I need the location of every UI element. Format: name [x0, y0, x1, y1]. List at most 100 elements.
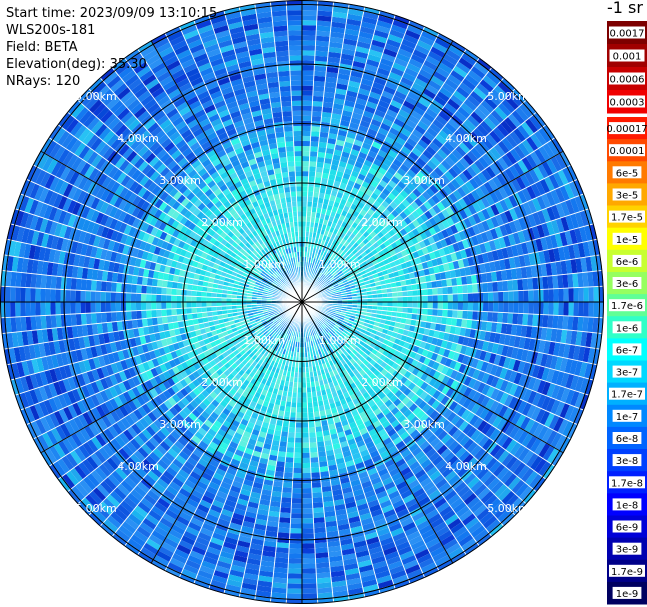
beta-gate-cell — [312, 502, 324, 509]
beta-gate-cell — [279, 436, 288, 443]
beta-gate-cell — [60, 302, 66, 315]
beta-gate-cell — [537, 314, 544, 328]
beta-gate-cell — [523, 302, 529, 314]
beta-gate-cell — [278, 517, 291, 524]
beta-gate-cell — [296, 392, 302, 398]
beta-gate-cell — [30, 302, 36, 317]
beta-gate-cell — [302, 387, 307, 393]
beta-gate-cell — [427, 302, 433, 309]
beta-gate-cell — [302, 528, 315, 534]
beta-gate-cell — [161, 316, 168, 325]
beta-gate-cell — [316, 436, 325, 443]
beta-gate-cell — [296, 397, 302, 403]
beta-gate-cell — [281, 492, 292, 499]
beta-gate-cell — [302, 498, 313, 504]
beta-gate-cell — [302, 578, 317, 584]
beta-gate-cell — [302, 487, 313, 494]
beta-gate-cell — [568, 302, 574, 317]
ppi-radar-plot: 1.00km 1.00km1.00km 1.00km2.00km 2.00km2.00… — [0, 0, 647, 605]
beta-gate-cell — [176, 302, 182, 309]
beta-gate-cell — [578, 302, 584, 317]
beta-gate-cell — [573, 302, 579, 317]
beta-gate-cell — [311, 482, 322, 488]
beta-gate-cell — [105, 281, 112, 292]
beta-gate-cell — [110, 302, 117, 313]
beta-gate-cell — [289, 412, 297, 418]
beta-gate-cell — [45, 288, 51, 302]
beta-gate-cell — [493, 302, 499, 313]
beta-gate-cell — [45, 315, 52, 329]
beta-gate-cell — [191, 290, 197, 297]
beta-gate-cell — [457, 302, 464, 311]
beta-gate-cell — [308, 422, 316, 428]
beta-gate-cell — [291, 503, 302, 509]
beta-gate-cell — [191, 296, 197, 302]
beta-gate-cell — [302, 583, 318, 589]
beta-gate-cell — [316, 441, 325, 448]
beta-gate-cell — [156, 294, 162, 302]
beta-gate-cell — [55, 289, 61, 302]
beta-gate-cell — [90, 290, 96, 302]
beta-gate-cell — [145, 293, 152, 302]
beta-gate-cell — [558, 302, 564, 316]
beta-gate-cell — [5, 286, 11, 302]
beta-gate-cell — [65, 289, 71, 302]
beta-gate-cell — [280, 502, 292, 509]
beta-gate-cell — [291, 493, 302, 499]
beta-gate-cell — [295, 422, 302, 428]
beta-gate-cell — [131, 284, 137, 294]
beta-gate-cell — [286, 442, 295, 448]
beta-gate-cell — [196, 302, 202, 308]
beta-gate-cell — [116, 311, 122, 322]
beta-gate-cell — [302, 523, 314, 529]
beta-gate-cell — [60, 289, 66, 302]
beta-gate-cell — [90, 279, 97, 292]
beta-gate-cell — [161, 309, 167, 317]
beta-gate-cell — [288, 553, 302, 559]
beta-gate-cell — [518, 302, 524, 314]
beta-gate-cell — [302, 518, 314, 524]
beta-gate-cell — [70, 313, 77, 327]
beta-gate-cell — [302, 462, 311, 469]
beta-gate-cell — [308, 417, 315, 423]
beta-gate-cell — [289, 543, 302, 549]
beta-gate-cell — [156, 316, 163, 325]
beta-gate-cell — [201, 302, 207, 308]
beta-gate-cell — [279, 507, 292, 514]
beta-gate-cell — [181, 302, 187, 309]
beta-gate-cell — [284, 462, 294, 468]
beta-gate-cell — [75, 290, 81, 302]
beta-gate-cell — [311, 487, 322, 493]
beta-gate-cell — [15, 286, 21, 302]
beta-gate-cell — [50, 288, 56, 302]
beta-gate-cell — [437, 309, 443, 317]
beta-gate-cell — [85, 313, 92, 325]
beta-gate-cell — [294, 442, 302, 448]
beta-gate-cell — [286, 447, 295, 453]
beta-gate-cell — [315, 431, 324, 438]
beta-gate-cell — [15, 302, 21, 318]
beta-gate-cell — [287, 578, 302, 584]
beta-gate-cell — [20, 302, 26, 317]
beta-gate-cell — [287, 568, 302, 574]
beta-gate-cell — [135, 293, 142, 302]
beta-gate-cell — [80, 313, 87, 326]
beta-gate-cell — [186, 289, 192, 297]
beta-gate-cell — [95, 280, 102, 292]
beta-gate-cell — [161, 279, 168, 288]
beta-gate-cell — [302, 538, 315, 544]
beta-gate-cell — [70, 289, 76, 302]
beta-gate-cell — [131, 310, 137, 320]
beta-gate-cell — [35, 288, 41, 302]
beta-gate-cell — [307, 412, 315, 418]
beta-gate-cell — [279, 512, 291, 519]
beta-gate-cell — [151, 278, 158, 287]
beta-gate-cell — [517, 313, 524, 326]
beta-gate-cell — [166, 315, 173, 324]
beta-gate-cell — [462, 302, 469, 311]
beta-gate-cell — [302, 558, 316, 564]
beta-gate-cell — [70, 302, 76, 315]
beta-gate-cell — [293, 467, 302, 474]
beta-gate-cell — [151, 317, 158, 326]
beta-gate-cell — [503, 302, 509, 313]
